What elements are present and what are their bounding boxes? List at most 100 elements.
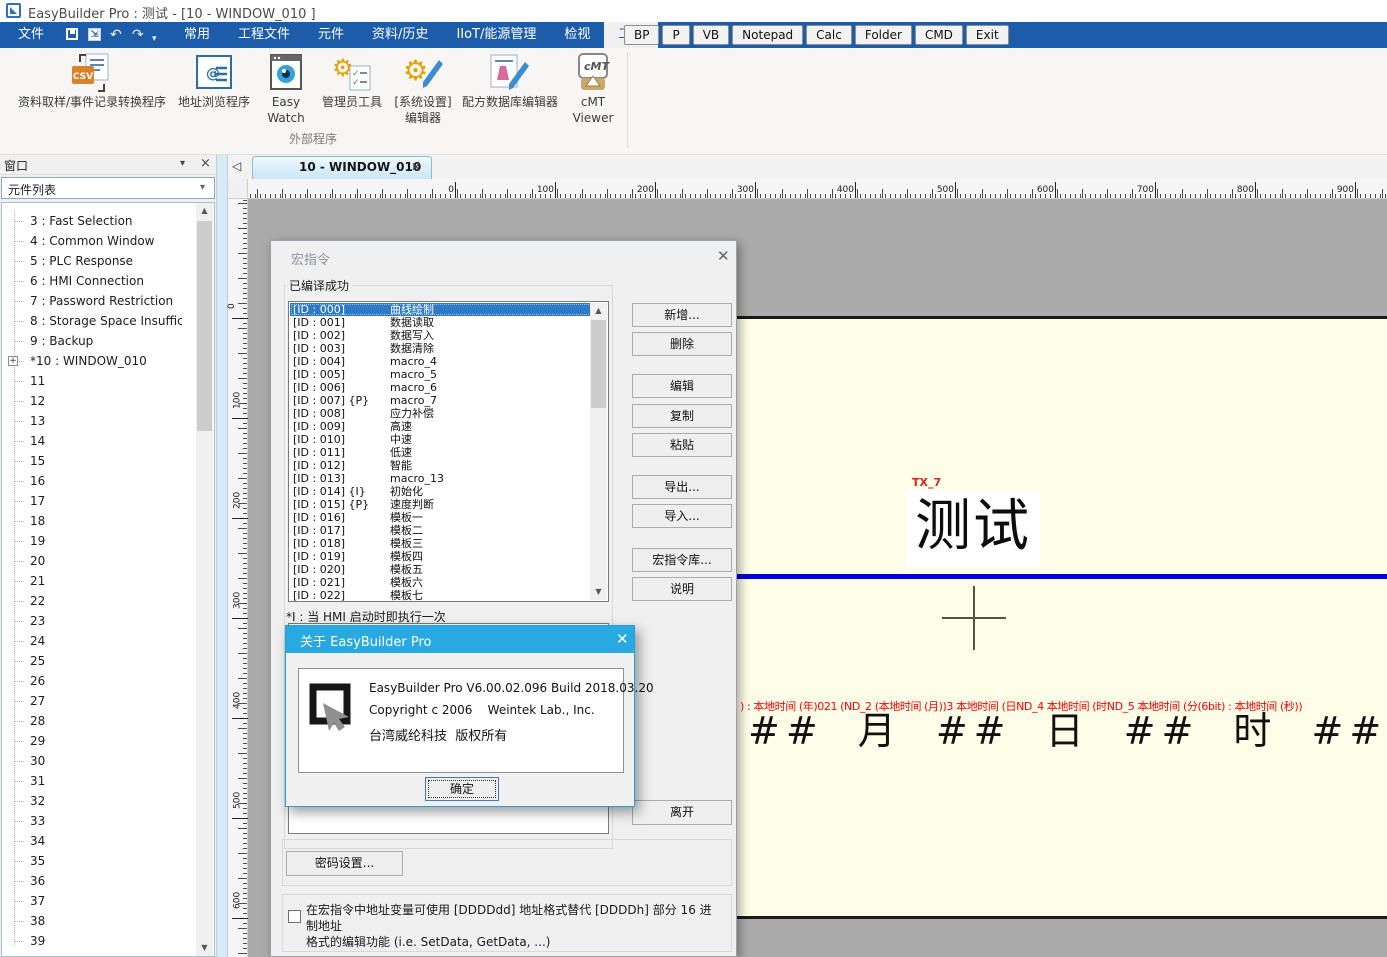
scroll-down-icon[interactable]: ▼ <box>196 940 213 956</box>
macro-item-14[interactable]: [ID : 014] {I}初始化 <box>290 485 592 498</box>
macro-item-17[interactable]: [ID : 017]模板二 <box>290 524 592 537</box>
quick-button-bp[interactable]: BP <box>624 25 659 45</box>
macro-item-19[interactable]: [ID : 019]模板四 <box>290 550 592 563</box>
menu-tab-常用[interactable]: 常用 <box>170 22 224 48</box>
macro-item-18[interactable]: [ID : 018]模板三 <box>290 537 592 550</box>
macro-button-2[interactable]: 编辑 <box>632 374 732 398</box>
macro-item-5[interactable]: [ID : 005]macro_5 <box>290 368 592 381</box>
macro-item-2[interactable]: [ID : 002]数据写入 <box>290 329 592 342</box>
tree-item-10[interactable]: *10 : WINDOW_010+ <box>2 351 182 371</box>
tree-item-38[interactable]: 38 <box>2 911 182 931</box>
tree-item-14[interactable]: 14 <box>2 431 182 451</box>
macro-item-1[interactable]: [ID : 001]数据读取 <box>290 316 592 329</box>
tree-item-27[interactable]: 27 <box>2 691 182 711</box>
tab-close-icon[interactable]: ✕ <box>411 160 421 174</box>
tree-item-39[interactable]: 39 <box>2 931 182 951</box>
quick-button-p[interactable]: P <box>662 25 689 45</box>
tab-scroll-left-icon[interactable]: ◁ <box>232 159 241 173</box>
macro-item-21[interactable]: [ID : 021]模板六 <box>290 576 592 589</box>
macro-item-12[interactable]: [ID : 012]智能 <box>290 459 592 472</box>
quick-button-calc[interactable]: Calc <box>806 25 852 45</box>
macro-item-0[interactable]: [ID : 000]曲线绘制 <box>290 303 592 316</box>
macro-item-11[interactable]: [ID : 011]低速 <box>290 446 592 459</box>
macro-item-8[interactable]: [ID : 008]应力补偿 <box>290 407 592 420</box>
scroll-down-icon[interactable]: ▼ <box>590 584 607 600</box>
ribbon-button-[系统设置]-编辑器[interactable]: ⚙[系统设置]编辑器 <box>386 52 460 126</box>
tree-item-3[interactable]: 3 : Fast Selection <box>2 211 182 231</box>
panel-close-icon[interactable]: × <box>200 156 211 171</box>
macro-button-1[interactable]: 删除 <box>632 332 732 356</box>
macro-dialog-close-icon[interactable]: ✕ <box>717 247 730 265</box>
menu-tab-工程文件[interactable]: 工程文件 <box>224 22 304 48</box>
macro-button-3[interactable]: 复制 <box>632 404 732 428</box>
tree-item-35[interactable]: 35 <box>2 851 182 871</box>
tree-item-34[interactable]: 34 <box>2 831 182 851</box>
tree-item-32[interactable]: 32 <box>2 791 182 811</box>
tree-item-26[interactable]: 26 <box>2 671 182 691</box>
tree-item-29[interactable]: 29 <box>2 731 182 751</box>
tree-item-20[interactable]: 20 <box>2 551 182 571</box>
tree-item-11[interactable]: 11 <box>2 371 182 391</box>
menu-tab-元件[interactable]: 元件 <box>304 22 358 48</box>
tree-expand-icon[interactable]: + <box>8 356 18 366</box>
macro-button-7[interactable]: 宏指令库... <box>632 548 732 572</box>
tree-item-22[interactable]: 22 <box>2 591 182 611</box>
ribbon-button-配方数据库编辑器[interactable]: 配方数据库编辑器 <box>462 52 556 110</box>
scroll-up-icon[interactable]: ▲ <box>196 203 213 219</box>
panel-dropdown-icon[interactable]: ▾ <box>180 158 185 169</box>
macro-button-0[interactable]: 新增... <box>632 303 732 327</box>
tree-item-18[interactable]: 18 <box>2 511 182 531</box>
ribbon-button-资料取样/事件记录转换程序[interactable]: CSV资料取样/事件记录转换程序 <box>6 52 178 110</box>
macro-button-4[interactable]: 粘贴 <box>632 433 732 457</box>
quick-button-cmd[interactable]: CMD <box>915 25 963 45</box>
tree-scrollbar-thumb[interactable] <box>197 221 212 431</box>
tree-item-15[interactable]: 15 <box>2 451 182 471</box>
text-object[interactable]: 测试 <box>906 489 1040 568</box>
object-list-combobox[interactable]: 元件列表 ▾ <box>1 177 215 199</box>
tree-item-33[interactable]: 33 <box>2 811 182 831</box>
ok-button[interactable]: 确定 <box>425 777 499 801</box>
quick-button-folder[interactable]: Folder <box>855 25 912 45</box>
macro-item-20[interactable]: [ID : 020]模板五 <box>290 563 592 576</box>
tree-item-28[interactable]: 28 <box>2 711 182 731</box>
menu-tab-IIoT/能源管理[interactable]: IIoT/能源管理 <box>442 22 550 48</box>
macro-button-5[interactable]: 导出... <box>632 475 732 499</box>
quick-button-vb[interactable]: VB <box>693 25 729 45</box>
tree-item-9[interactable]: 9 : Backup <box>2 331 182 351</box>
ribbon-button-cMT-Viewer[interactable]: cMTcMTViewer <box>560 52 626 126</box>
file-menu-button[interactable]: 文件 <box>0 22 62 48</box>
macro-item-22[interactable]: [ID : 022]模板七 <box>290 589 592 602</box>
macro-item-16[interactable]: [ID : 016]模板一 <box>290 511 592 524</box>
tree-item-8[interactable]: 8 : Storage Space Insufficient <box>2 311 182 331</box>
tree-item-16[interactable]: 16 <box>2 471 182 491</box>
tree-item-12[interactable]: 12 <box>2 391 182 411</box>
save-icon[interactable] <box>66 28 78 40</box>
macro-listbox[interactable]: [ID : 000]曲线绘制[ID : 001]数据读取[ID : 002]数据… <box>288 301 609 602</box>
tree-item-21[interactable]: 21 <box>2 571 182 591</box>
about-close-icon[interactable]: ✕ <box>616 630 629 648</box>
tree-item-36[interactable]: 36 <box>2 871 182 891</box>
macro-item-4[interactable]: [ID : 004]macro_4 <box>290 355 592 368</box>
quick-access-caret-icon[interactable]: ▾ <box>152 30 157 48</box>
tree-item-4[interactable]: 4 : Common Window <box>2 231 182 251</box>
macro-item-13[interactable]: [ID : 013]macro_13 <box>290 472 592 485</box>
macro-button-8[interactable]: 说明 <box>632 577 732 601</box>
ribbon-button-管理员工具[interactable]: ⚙✓✓管理员工具 <box>320 52 384 110</box>
macro-item-6[interactable]: [ID : 006]macro_6 <box>290 381 592 394</box>
menu-tab-检视[interactable]: 检视 <box>550 22 604 48</box>
redo-icon[interactable]: ↷ <box>132 26 144 44</box>
tree-item-13[interactable]: 13 <box>2 411 182 431</box>
tree-item-17[interactable]: 17 <box>2 491 182 511</box>
tree-item-30[interactable]: 30 <box>2 751 182 771</box>
document-tab[interactable]: 10 - WINDOW_010 ✕ <box>252 156 432 179</box>
tree-scrollbar[interactable]: ▲ ▼ <box>196 203 213 956</box>
password-settings-button[interactable]: 密码设置... <box>286 851 403 876</box>
tree-item-31[interactable]: 31 <box>2 771 182 791</box>
tree-item-7[interactable]: 7 : Password Restriction <box>2 291 182 311</box>
export-icon[interactable]: ⇲ <box>88 28 101 41</box>
macro-item-9[interactable]: [ID : 009]高速 <box>290 420 592 433</box>
macro-item-3[interactable]: [ID : 003]数据清除 <box>290 342 592 355</box>
panel-splitter[interactable] <box>216 155 228 957</box>
tree-item-37[interactable]: 37 <box>2 891 182 911</box>
macro-button-6[interactable]: 导入... <box>632 504 732 528</box>
